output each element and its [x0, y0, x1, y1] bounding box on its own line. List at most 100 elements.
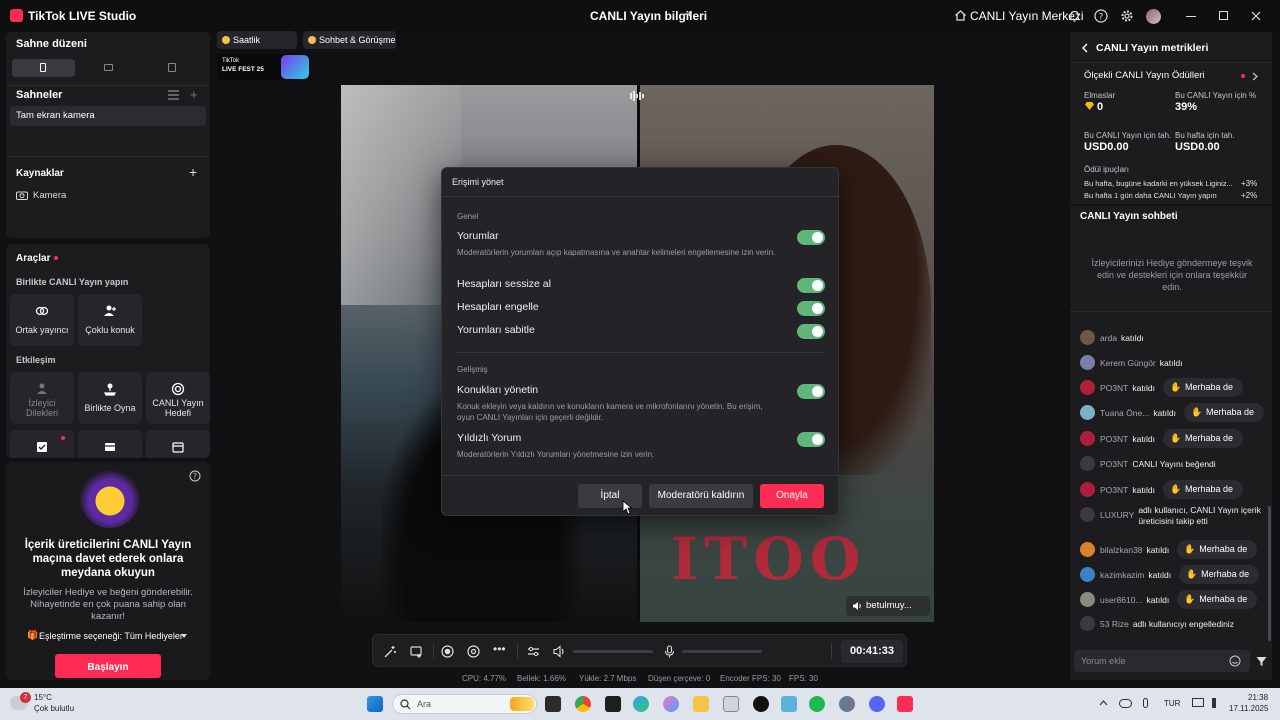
chat-message[interactable]: arda katıldı: [1080, 328, 1270, 348]
app-icon-blue[interactable]: [781, 696, 797, 712]
chevron-right-icon[interactable]: [1252, 72, 1258, 81]
tool-tile-more-3[interactable]: [146, 430, 210, 458]
terminal-icon[interactable]: [605, 696, 621, 712]
audio-settings-icon[interactable]: [527, 645, 540, 658]
camera-switch-icon[interactable]: [467, 645, 480, 658]
mic-tray-icon[interactable]: [1143, 698, 1148, 708]
share-icon[interactable]: [682, 10, 694, 22]
close-icon[interactable]: [1251, 11, 1261, 21]
say-hello-button[interactable]: Merhaba de ✋: [1184, 403, 1265, 422]
weather-text[interactable]: Çok bulutlu: [34, 704, 74, 713]
comment-input[interactable]: Yorum ekle: [1074, 650, 1250, 672]
chat-message[interactable]: PO3NT katıldı Merhaba de ✋: [1080, 429, 1270, 449]
speaker-tray-icon[interactable]: [1212, 698, 1222, 708]
capcut-icon[interactable]: [753, 696, 769, 712]
chat-message[interactable]: bilalzkan38 katıldı Merhaba de ✋: [1080, 540, 1270, 560]
user-avatar[interactable]: [1080, 592, 1095, 607]
chat-username[interactable]: bilalzkan38: [1100, 545, 1143, 555]
user-avatar[interactable]: [1080, 330, 1095, 345]
user-avatar[interactable]: [1080, 405, 1095, 420]
snipping-tool-icon[interactable]: [723, 696, 739, 712]
user-avatar[interactable]: [1080, 380, 1095, 395]
say-hello-button[interactable]: Merhaba de ✋: [1179, 565, 1260, 584]
chat-message[interactable]: LUXURY adlı kullanıcı, CANLI Yayın içerik…: [1080, 505, 1270, 531]
cloud-icon[interactable]: [1119, 699, 1132, 708]
chat-username[interactable]: kazimkazim: [1100, 570, 1144, 580]
user-avatar[interactable]: [1080, 567, 1095, 582]
user-avatar[interactable]: [1080, 616, 1095, 631]
copilot-icon[interactable]: [663, 696, 679, 712]
add-scene-icon[interactable]: +: [190, 87, 198, 102]
cancel-button[interactable]: İptal: [578, 484, 642, 508]
language-indicator[interactable]: TUR: [1164, 699, 1180, 708]
minimize-icon[interactable]: [1186, 16, 1196, 17]
hourly-ranking-chip[interactable]: Saatlik Sıralama: [217, 31, 297, 63]
help-icon[interactable]: ?: [189, 470, 201, 482]
layout-landscape-button[interactable]: [76, 59, 139, 77]
pairing-option-select[interactable]: Eşleştirme seçeneği: Tüm Hediyeler: [39, 631, 183, 641]
microphone-icon[interactable]: [663, 645, 676, 658]
screen-add-icon[interactable]: [410, 645, 423, 658]
chat-username[interactable]: PO3NT: [1100, 485, 1128, 495]
co-host-button[interactable]: Ortak yayıncı: [10, 294, 74, 346]
viewer-wishes-button[interactable]: İzleyici Dilekleri: [10, 372, 74, 424]
chat-message[interactable]: user8610... katıldı Merhaba de ✋: [1080, 590, 1270, 610]
settings-icon[interactable]: [839, 696, 855, 712]
spotify-icon[interactable]: [809, 696, 825, 712]
chat-username[interactable]: user8610...: [1100, 595, 1143, 605]
user-avatar[interactable]: [1146, 9, 1161, 24]
clock-time[interactable]: 21:38: [1248, 693, 1268, 702]
chat-message[interactable]: PO3NT CANLI Yayını beğendi: [1080, 454, 1270, 474]
guest-name-tag[interactable]: betulmuy...: [846, 596, 930, 616]
confirm-button[interactable]: Onayla: [760, 484, 824, 508]
chat-username[interactable]: PO3NT: [1100, 459, 1128, 469]
start-menu-icon[interactable]: [367, 696, 383, 712]
chevron-up-icon[interactable]: [1099, 700, 1108, 706]
chat-username[interactable]: 53 Rize: [1100, 619, 1129, 629]
bell-icon[interactable]: [1068, 9, 1081, 23]
display-icon[interactable]: [1192, 698, 1204, 707]
taskbar-search[interactable]: Ara: [392, 694, 537, 714]
layout-portrait-button[interactable]: [12, 59, 75, 77]
volume-slider[interactable]: [573, 650, 653, 653]
comments-toggle[interactable]: [797, 230, 825, 245]
help-icon[interactable]: ?: [1094, 9, 1108, 23]
clock-date[interactable]: 17.11.2025: [1229, 704, 1268, 713]
user-avatar[interactable]: [1080, 542, 1095, 557]
layout-multi-button[interactable]: [140, 59, 203, 77]
volume-icon[interactable]: [553, 645, 566, 658]
emoji-icon[interactable]: [1229, 655, 1241, 667]
more-options-icon[interactable]: •••: [493, 642, 506, 656]
tiktok-live-studio-icon[interactable]: [897, 696, 913, 712]
back-chevron-icon[interactable]: [1081, 43, 1089, 53]
remove-moderator-button[interactable]: Moderatörü kaldırın: [649, 484, 753, 508]
block-accounts-toggle[interactable]: [797, 301, 825, 316]
user-avatar[interactable]: [1080, 431, 1095, 446]
source-item-label[interactable]: Kamera: [33, 190, 66, 201]
filter-icon[interactable]: [1256, 656, 1267, 667]
chat-username[interactable]: PO3NT: [1100, 434, 1128, 444]
user-avatar[interactable]: [1080, 482, 1095, 497]
tool-tile-more-2[interactable]: [78, 430, 142, 458]
say-hello-button[interactable]: Merhaba de ✋: [1163, 480, 1244, 499]
magic-wand-icon[interactable]: [384, 645, 397, 658]
chat-message[interactable]: Kerem Güngör katıldı: [1080, 353, 1270, 373]
chat-call-chip[interactable]: Sohbet & Görüşme: [303, 31, 396, 49]
chat-message[interactable]: Tuana Öne... katıldı Merhaba de ✋: [1080, 403, 1270, 423]
task-view-icon[interactable]: [545, 696, 561, 712]
manage-guests-toggle[interactable]: [797, 384, 825, 399]
home-icon[interactable]: [954, 9, 967, 22]
chrome-icon[interactable]: [575, 696, 591, 712]
scene-item[interactable]: Tam ekran kamera: [10, 106, 206, 126]
user-avatar[interactable]: [1080, 507, 1095, 522]
microphone-slider[interactable]: [682, 650, 762, 653]
chat-message[interactable]: 53 Rize adlı kullanıcıyı engellediniz: [1080, 614, 1270, 634]
pin-comments-toggle[interactable]: [797, 324, 825, 339]
settings-gear-icon[interactable]: [1120, 9, 1134, 23]
say-hello-button[interactable]: Merhaba de ✋: [1163, 378, 1244, 397]
chat-username[interactable]: PO3NT: [1100, 383, 1128, 393]
rewards-title[interactable]: Ölçekli CANLI Yayın Ödülleri: [1084, 70, 1205, 81]
say-hello-button[interactable]: Merhaba de ✋: [1177, 540, 1258, 559]
file-explorer-icon[interactable]: [693, 696, 709, 712]
maximize-icon[interactable]: [1219, 11, 1228, 20]
